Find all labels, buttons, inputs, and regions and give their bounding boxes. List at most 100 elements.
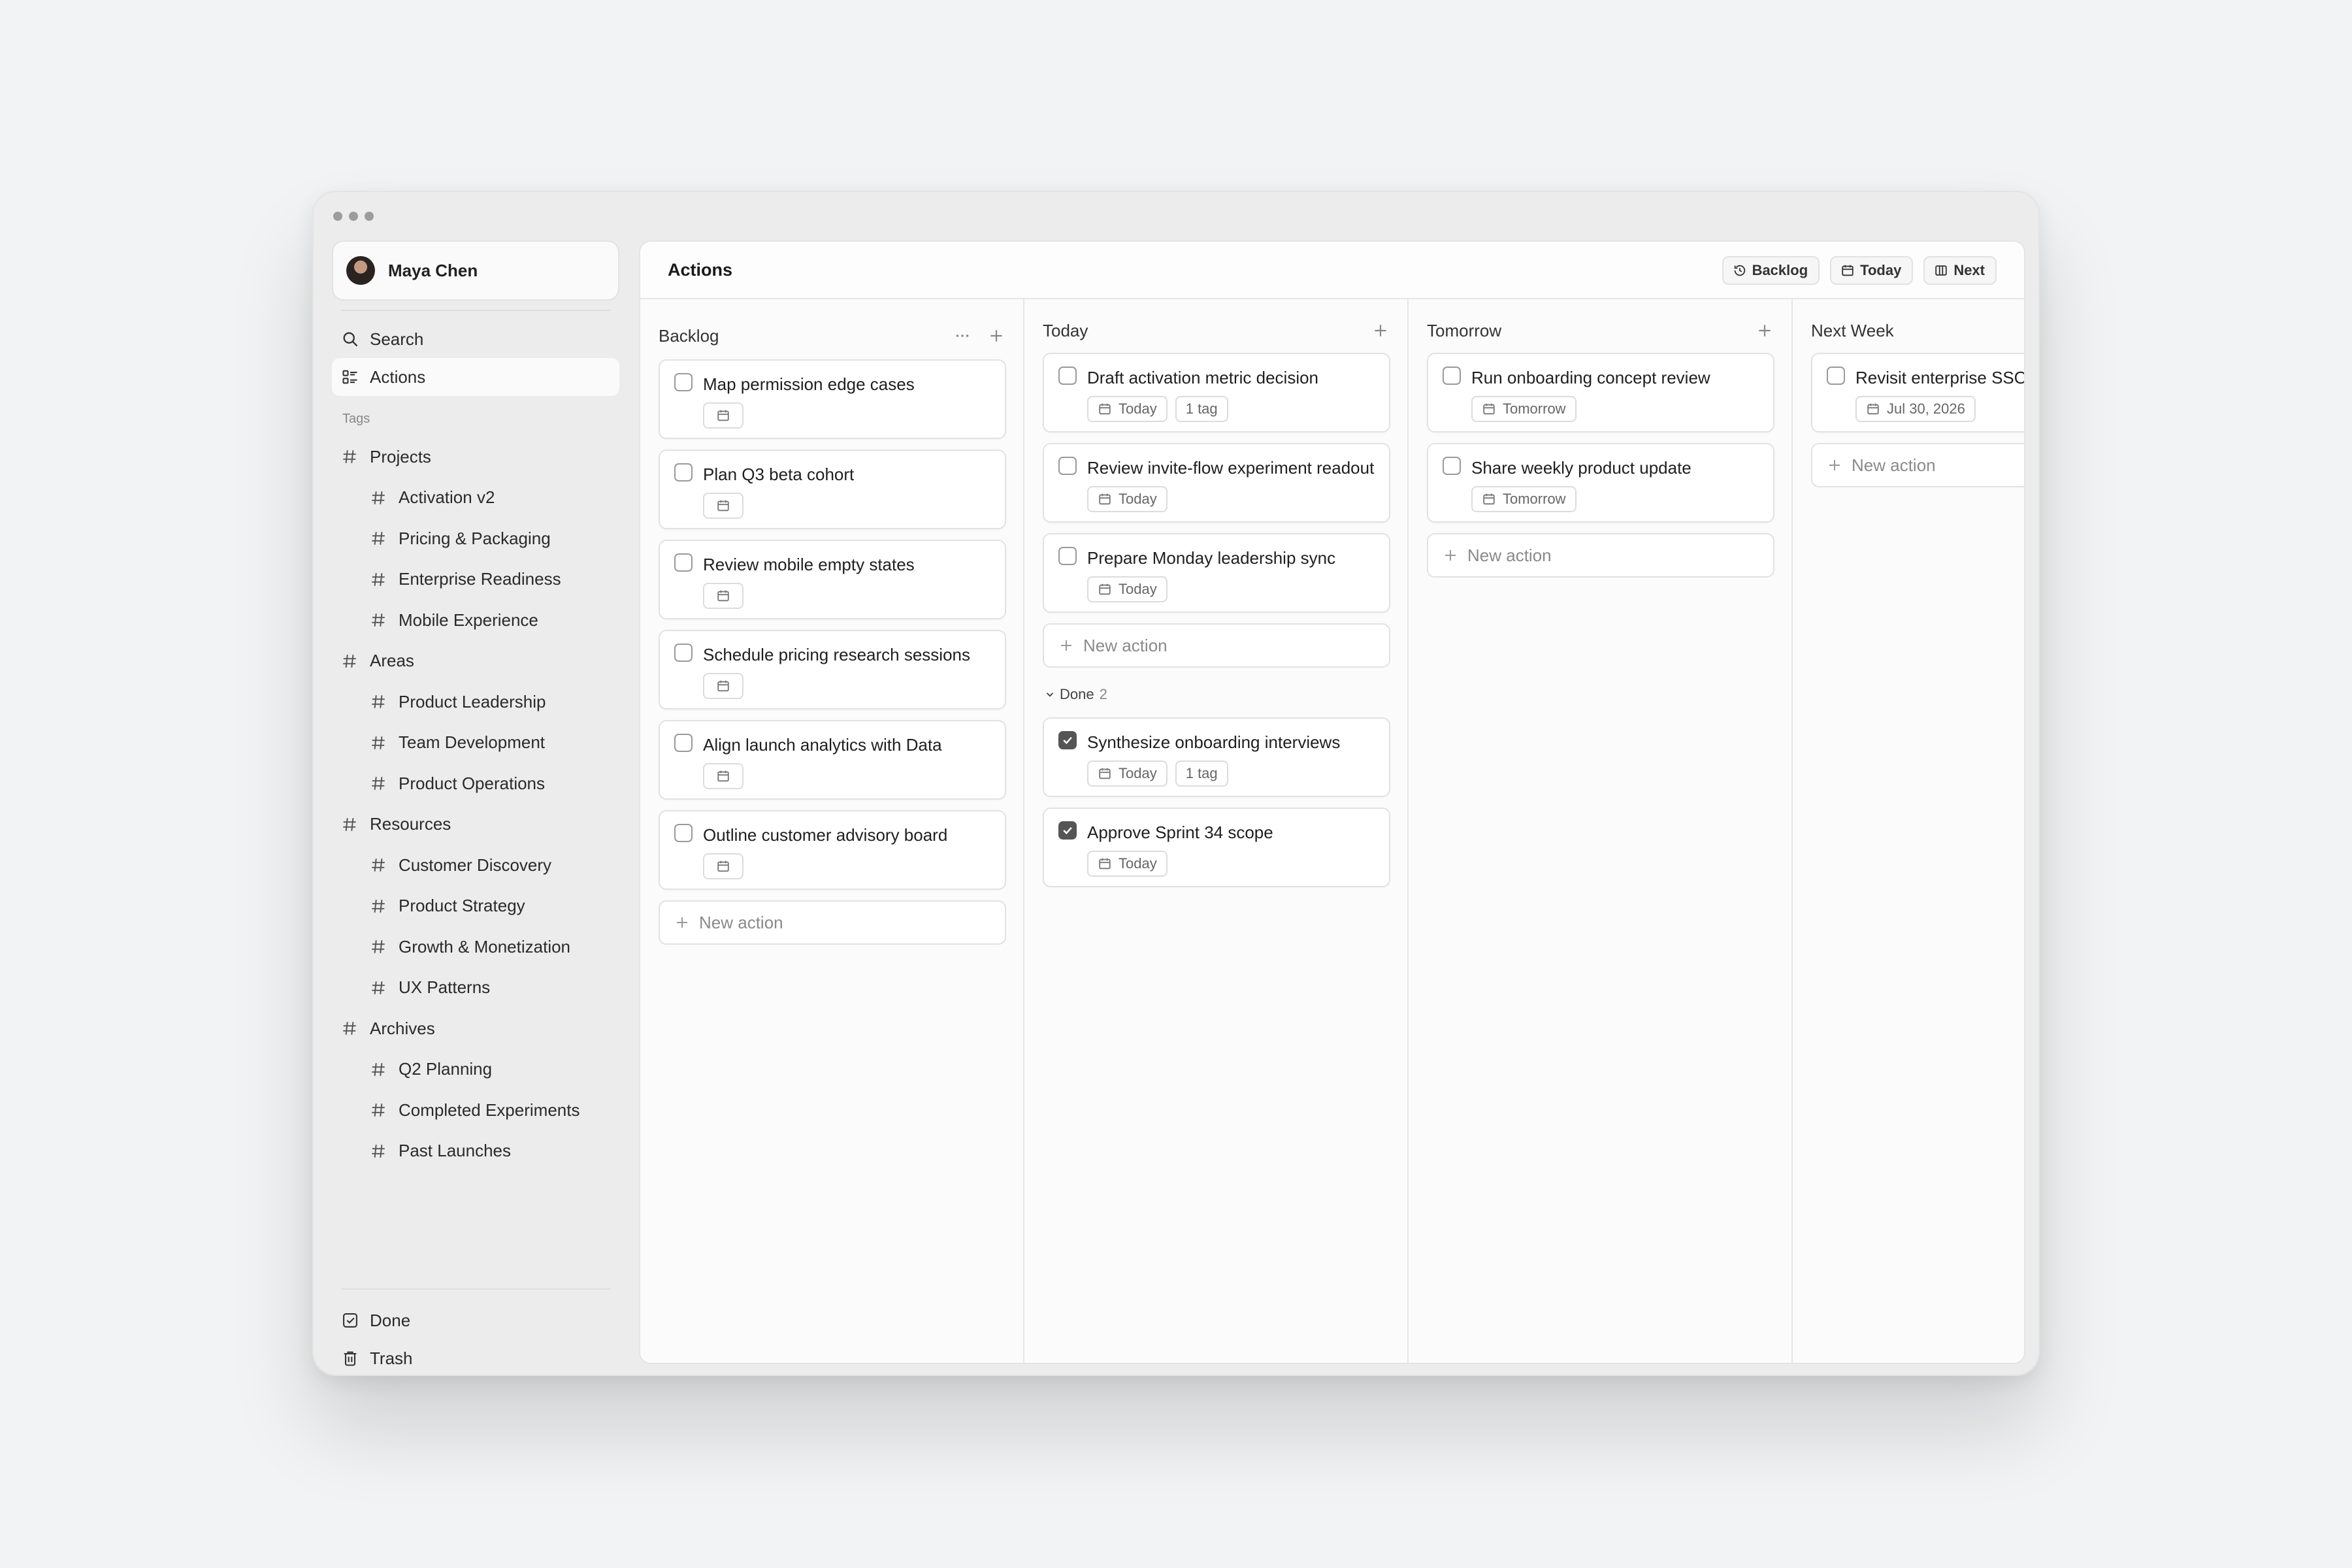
action-card[interactable]: Revisit enterprise SSO Jul 30, 2026 <box>1811 353 2024 433</box>
card-title: Align launch analytics with Data <box>703 735 942 755</box>
checkbox[interactable] <box>1443 457 1461 475</box>
tag-item[interactable]: Completed Experiments <box>332 1090 619 1131</box>
action-card[interactable]: Plan Q3 beta cohort <box>659 449 1006 529</box>
tag-item[interactable]: Product Strategy <box>332 886 619 927</box>
divider <box>341 310 610 311</box>
action-card[interactable]: Outline customer advisory board <box>659 810 1006 890</box>
tag-label: Mobile Experience <box>399 610 538 630</box>
view-tab-backlog[interactable]: Backlog <box>1722 256 1820 285</box>
date-chip[interactable]: Tomorrow <box>1471 486 1576 512</box>
action-card[interactable]: Draft activation metric decision Today 1 t… <box>1043 353 1390 433</box>
tag-item[interactable]: Projects <box>332 436 619 478</box>
tag-item[interactable]: Resources <box>332 804 619 845</box>
nav-actions[interactable]: Actions <box>332 358 619 396</box>
checkbox[interactable] <box>674 373 693 391</box>
user-switcher[interactable]: Maya Chen <box>332 240 619 301</box>
action-card[interactable]: Share weekly product update Tomorrow <box>1427 443 1774 523</box>
tag-item[interactable]: Past Launches <box>332 1131 619 1172</box>
tag-item[interactable]: Mobile Experience <box>332 600 619 641</box>
plus-icon <box>1445 550 1456 561</box>
new-action-button[interactable]: New action <box>1043 623 1390 668</box>
checkbox[interactable] <box>674 463 693 482</box>
card-chips <box>703 673 990 699</box>
plus-icon[interactable] <box>1756 322 1773 339</box>
tag-item[interactable]: Areas <box>332 641 619 682</box>
view-tab-today[interactable]: Today <box>1830 256 1914 285</box>
view-tab-next[interactable]: Next <box>1923 256 1997 285</box>
checkbox[interactable] <box>674 644 693 662</box>
checkbox-checked[interactable] <box>1058 731 1077 749</box>
tag-count-chip[interactable]: 1 tag <box>1175 760 1228 787</box>
date-chip-empty[interactable] <box>703 493 743 519</box>
tag-item[interactable]: Product Leadership <box>332 681 619 723</box>
date-chip[interactable]: Today <box>1087 576 1168 602</box>
date-chip-empty[interactable] <box>703 853 743 879</box>
action-card[interactable]: Approve Sprint 34 scope Today <box>1043 808 1390 887</box>
plus-icon[interactable] <box>988 327 1005 344</box>
checkbox[interactable] <box>674 824 693 842</box>
tag-item[interactable]: Archives <box>332 1008 619 1049</box>
action-card[interactable]: Map permission edge cases <box>659 359 1006 439</box>
plus-icon[interactable] <box>1372 322 1389 339</box>
window-dot[interactable] <box>365 212 374 221</box>
history-icon <box>1734 265 1745 276</box>
tag-label: Past Launches <box>399 1141 512 1161</box>
tag-item[interactable]: Product Operations <box>332 763 619 804</box>
checkbox[interactable] <box>1058 367 1077 385</box>
more-icon[interactable] <box>954 327 971 344</box>
date-chip-empty[interactable] <box>703 673 743 699</box>
date-chip[interactable]: Jul 30, 2026 <box>1855 396 1976 422</box>
date-chip[interactable]: Tomorrow <box>1471 396 1576 422</box>
action-card[interactable]: Schedule pricing research sessions <box>659 630 1006 710</box>
nav-done[interactable]: Done <box>332 1301 619 1339</box>
date-chip[interactable]: Today <box>1087 760 1168 787</box>
nav-search[interactable]: Search <box>332 320 619 358</box>
action-card[interactable]: Prepare Monday leadership sync Today <box>1043 533 1390 613</box>
card-header: Approve Sprint 34 scope <box>1058 821 1375 844</box>
checkbox[interactable] <box>1058 457 1077 475</box>
tag-item[interactable]: Team Development <box>332 723 619 764</box>
date-chip[interactable]: Today <box>1087 396 1168 422</box>
date-chip-empty[interactable] <box>703 583 743 609</box>
checkbox[interactable] <box>1443 367 1461 385</box>
card-list: Run onboarding concept review Tomorrow Sha… <box>1427 353 1774 523</box>
tag-item[interactable]: Enterprise Readiness <box>332 559 619 600</box>
new-action-button[interactable]: New action <box>1811 443 2024 487</box>
card-chips: Today <box>1087 486 1375 512</box>
checkbox[interactable] <box>1058 547 1077 565</box>
date-chip-empty[interactable] <box>703 402 743 429</box>
tag-item[interactable]: Q2 Planning <box>332 1049 619 1090</box>
action-card[interactable]: Synthesize onboarding interviews Today 1 t… <box>1043 717 1390 797</box>
done-section-toggle[interactable]: Done 2 <box>1044 682 1389 707</box>
date-chip[interactable]: Today <box>1087 486 1168 512</box>
column-actions <box>1372 322 1389 339</box>
tag-item[interactable]: UX Patterns <box>332 968 619 1009</box>
kanban-board: Backlog Map permission edge cases Plan Q3… <box>640 299 2024 1363</box>
date-chip-empty[interactable] <box>703 763 743 789</box>
new-action-button[interactable]: New action <box>659 900 1006 945</box>
column-title: Today <box>1043 320 1088 340</box>
window-dot[interactable] <box>349 212 358 221</box>
checkbox[interactable] <box>1827 367 1845 385</box>
checkbox[interactable] <box>674 553 693 572</box>
checkbox-checked[interactable] <box>1058 821 1077 840</box>
main-panel: Actions Backlog Today Next Backlog Map p… <box>639 240 2025 1364</box>
calendar-icon <box>1842 265 1854 276</box>
window-controls[interactable] <box>333 212 374 221</box>
action-card[interactable]: Run onboarding concept review Tomorrow <box>1427 353 1774 433</box>
tag-item[interactable]: Pricing & Packaging <box>332 518 619 559</box>
tag-item[interactable]: Growth & Monetization <box>332 926 619 968</box>
card-chips <box>703 853 990 879</box>
action-card[interactable]: Align launch analytics with Data <box>659 720 1006 800</box>
action-card[interactable]: Review invite-flow experiment readout Tod… <box>1043 443 1390 523</box>
window-dot[interactable] <box>333 212 342 221</box>
nav-trash[interactable]: Trash <box>332 1339 619 1377</box>
checkbox[interactable] <box>674 734 693 752</box>
tag-count-chip[interactable]: 1 tag <box>1175 396 1228 422</box>
column-title: Tomorrow <box>1427 320 1502 340</box>
new-action-button[interactable]: New action <box>1427 533 1774 578</box>
tag-item[interactable]: Customer Discovery <box>332 845 619 886</box>
tag-item[interactable]: Activation v2 <box>332 478 619 519</box>
date-chip[interactable]: Today <box>1087 851 1168 877</box>
action-card[interactable]: Review mobile empty states <box>659 540 1006 619</box>
